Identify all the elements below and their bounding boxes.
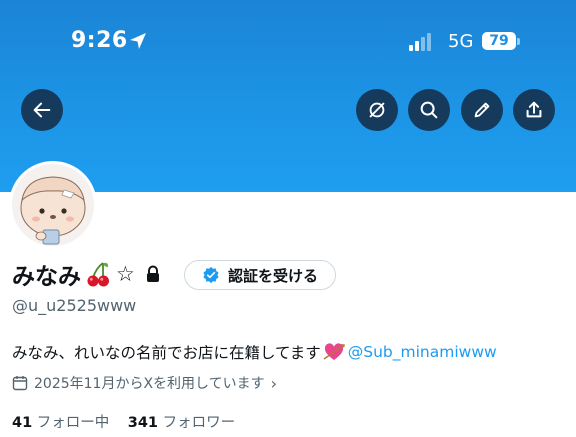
status-time: 9:26 xyxy=(71,28,128,53)
share-icon xyxy=(526,101,542,118)
join-date-text: 2025年11月からXを利用しています xyxy=(34,376,265,392)
back-arrow-icon xyxy=(33,102,51,118)
search-button[interactable] xyxy=(408,89,450,131)
profile-name-row: みなみ ☆ xyxy=(12,258,161,290)
battery-level: 79 xyxy=(482,32,516,50)
followers-count: 341 xyxy=(127,415,159,431)
verified-badge-icon xyxy=(203,266,219,284)
following-count: 41 xyxy=(12,415,33,431)
followers-link[interactable]: 341 フォロワー xyxy=(128,415,235,431)
followers-label: フォロワー xyxy=(162,415,236,431)
back-button[interactable] xyxy=(21,89,63,131)
battery-cap xyxy=(517,38,520,45)
display-name: みなみ xyxy=(12,264,81,290)
chevron-right-icon: › xyxy=(270,373,278,393)
avatar[interactable] xyxy=(9,161,97,249)
lock-icon xyxy=(146,265,159,282)
following-label: フォロー中 xyxy=(36,415,110,431)
avatar-illustration xyxy=(12,164,94,246)
edit-button[interactable] xyxy=(461,89,503,131)
follow-stats: 41 フォロー中 341 フォロワー xyxy=(12,411,235,432)
location-arrow-icon xyxy=(130,33,146,49)
cherry-emoji-icon xyxy=(87,262,109,287)
grok-icon xyxy=(369,102,385,118)
edit-icon xyxy=(474,102,490,118)
heart-arrow-emoji-icon xyxy=(323,343,345,360)
star-symbol: ☆ xyxy=(116,262,135,286)
share-button[interactable] xyxy=(513,89,555,131)
get-verified-button[interactable]: 認証を受ける xyxy=(184,260,336,290)
profile-bio: みなみ、れいなの名前でお店に在籍してます @Sub_minamiwww xyxy=(12,341,497,363)
bio-mention-link[interactable]: @Sub_minamiwww xyxy=(348,343,497,361)
grok-button[interactable] xyxy=(356,89,398,131)
calendar-icon xyxy=(12,376,28,391)
get-verified-label: 認証を受ける xyxy=(227,266,318,285)
network-type: 5G xyxy=(448,31,474,52)
status-bar: 9:26 5G 79 xyxy=(0,28,576,58)
signal-icon xyxy=(409,33,431,51)
following-link[interactable]: 41 フォロー中 xyxy=(12,415,109,431)
search-icon xyxy=(420,101,438,119)
join-date-row[interactable]: 2025年11月からXを利用しています › xyxy=(12,373,277,393)
bio-text: みなみ、れいなの名前でお店に在籍してます xyxy=(12,344,321,362)
username-handle: @u_u2525www xyxy=(12,296,137,315)
